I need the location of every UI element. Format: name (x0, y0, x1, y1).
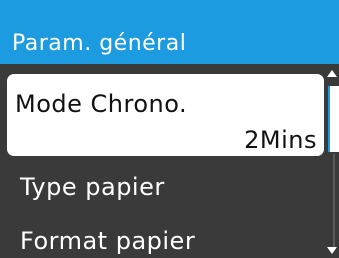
menu-item-label: Mode Chrono. (15, 90, 188, 118)
lcd-screen: Param. général Mode Chrono. 2Mins Type p… (0, 0, 339, 258)
menu-item-label: Type papier (20, 173, 165, 201)
scroll-down-icon[interactable] (327, 247, 337, 254)
settings-menu: Mode Chrono. 2Mins Type papier Format pa… (0, 64, 326, 258)
scroll-thumb[interactable] (328, 86, 339, 152)
scroll-up-icon[interactable] (327, 70, 337, 77)
scrollbar[interactable] (326, 64, 339, 258)
menu-item-mode-chrono[interactable]: Mode Chrono. 2Mins (7, 74, 324, 156)
menu-item-label: Format papier (20, 227, 196, 255)
scroll-track (333, 154, 335, 250)
header-bar: Param. général (0, 0, 339, 64)
menu-item-value: 2Mins (244, 126, 317, 154)
page-title: Param. général (12, 31, 187, 56)
